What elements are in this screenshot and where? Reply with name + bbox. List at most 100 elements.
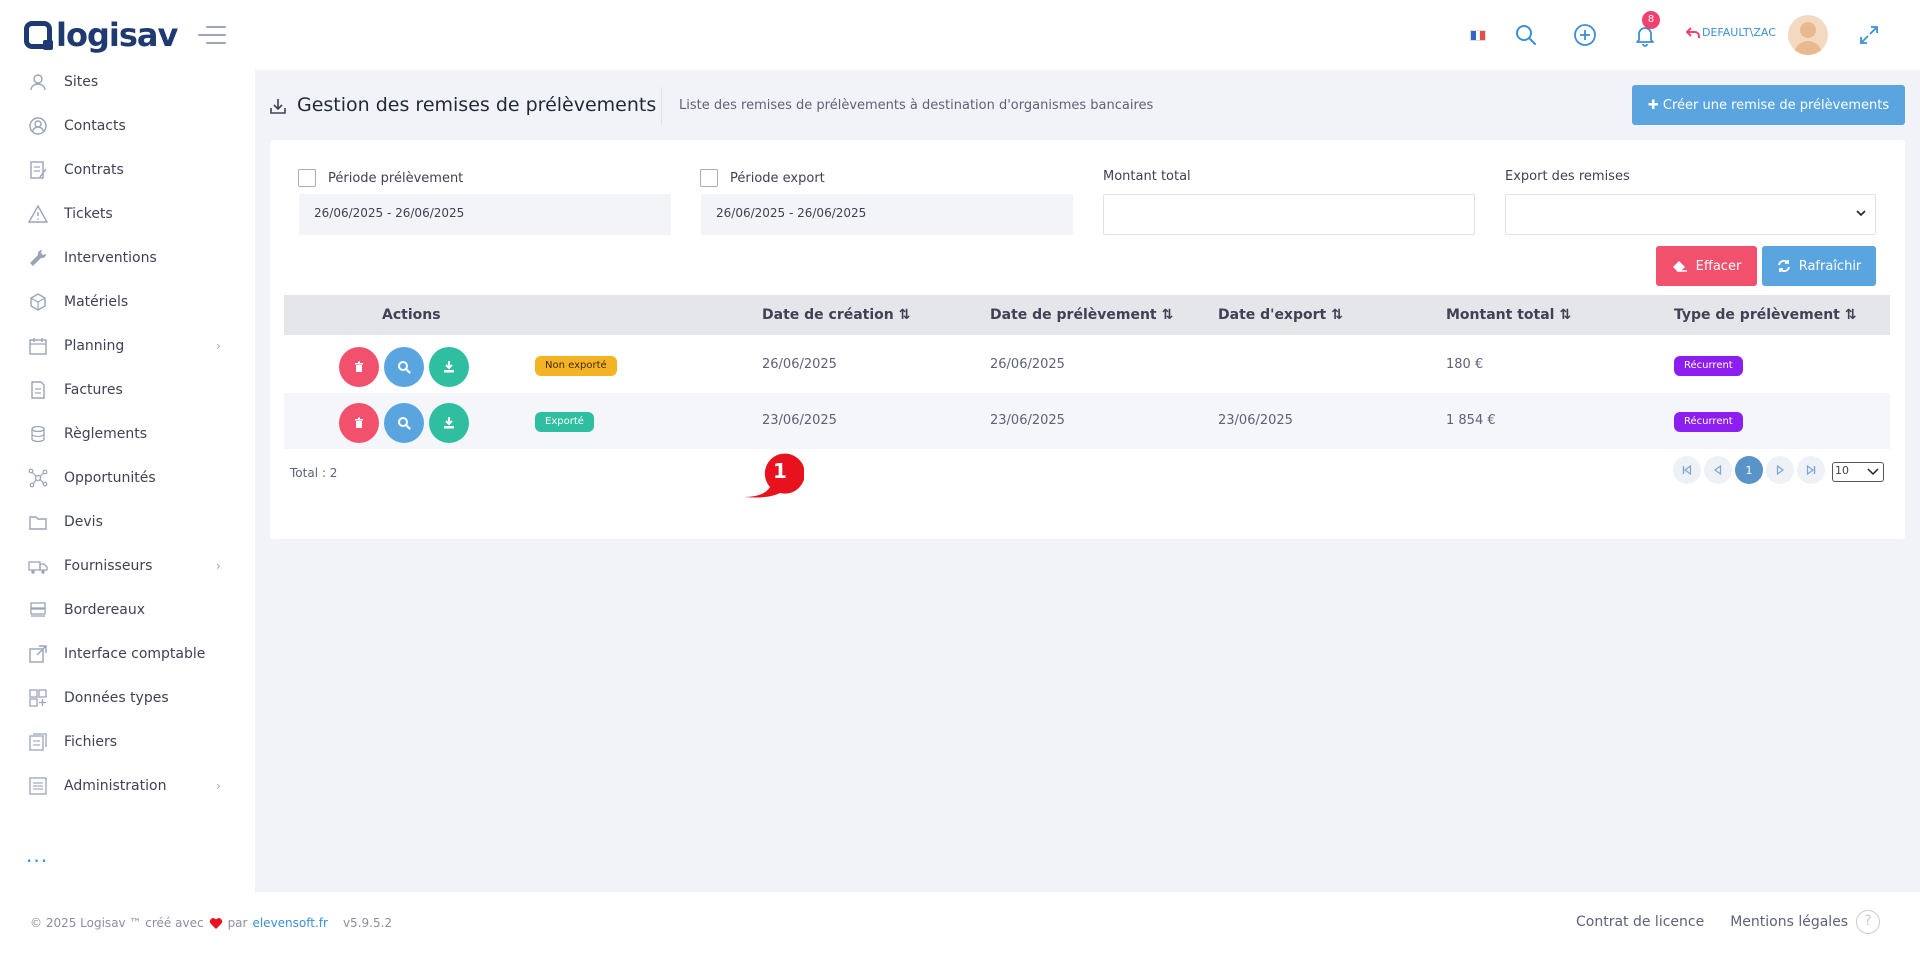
search-icon[interactable] — [1513, 22, 1539, 48]
plus-circle-icon[interactable] — [1572, 22, 1598, 48]
view-button[interactable] — [384, 347, 424, 387]
col-type-prelevement[interactable]: Type de prélèvement ⇅ — [1674, 307, 1857, 323]
col-date-prelevement[interactable]: Date de prélèvement ⇅ — [990, 307, 1173, 323]
sidebar-item-devis[interactable]: Devis — [0, 502, 255, 542]
delete-button[interactable] — [339, 403, 379, 443]
license-link[interactable]: Contrat de licence — [1576, 914, 1704, 930]
box-icon — [30, 293, 46, 311]
expand-icon[interactable] — [1858, 24, 1880, 46]
sort-icon[interactable]: ⇅ — [899, 307, 911, 323]
warning-icon — [28, 204, 48, 223]
last-page-button[interactable] — [1797, 456, 1825, 484]
rafraichir-button[interactable]: Rafraîchir — [1762, 246, 1876, 286]
sidebar-item-contrats[interactable]: Contrats — [0, 150, 255, 190]
sort-icon[interactable]: ⇅ — [1162, 307, 1174, 323]
sidebar-item-reglements[interactable]: Règlements — [0, 414, 255, 454]
sidebar-item-factures[interactable]: Factures — [0, 370, 255, 410]
chevron-right-icon[interactable]: › — [216, 779, 221, 793]
page-1-button[interactable]: 1 — [1735, 456, 1763, 484]
sidebar-item-label: Fichiers — [64, 734, 118, 750]
plus-icon: ✚ — [1647, 97, 1663, 113]
sidebar-item-materiels[interactable]: Matériels — [0, 282, 255, 322]
footer-copyright: © 2025 Logisav ™ créé avec par elevensof… — [30, 916, 392, 930]
col-date-prelevement-label: Date de prélèvement — [990, 307, 1157, 323]
help-icon[interactable]: ? — [1856, 910, 1880, 934]
periode-export-input[interactable]: 26/06/2025 - 26/06/2025 — [701, 194, 1073, 235]
montant-total-input[interactable] — [1103, 194, 1475, 235]
page-title: Gestion des remises de prélèvements — [297, 94, 657, 116]
rafraichir-label: Rafraîchir — [1798, 258, 1862, 274]
sidebar-item-contacts[interactable]: Contacts — [0, 106, 255, 146]
chevron-down-icon — [1856, 210, 1866, 217]
download-button[interactable] — [429, 347, 469, 387]
periode-prelevement-input[interactable]: 26/06/2025 - 26/06/2025 — [299, 194, 671, 235]
col-montant-total[interactable]: Montant total ⇅ — [1446, 307, 1571, 323]
create-remise-button[interactable]: ✚ Créer une remise de prélèvements — [1632, 85, 1905, 125]
sort-icon[interactable]: ⇅ — [1559, 307, 1571, 323]
sidebar-item-administration[interactable]: Administration › — [0, 766, 255, 806]
user-icon — [30, 74, 46, 91]
eraser-icon — [1672, 261, 1687, 272]
sidebar-item-fournisseurs[interactable]: Fournisseurs › — [0, 546, 255, 586]
sidebar-item-fichiers[interactable]: Fichiers — [0, 722, 255, 762]
sidebar-item-tickets[interactable]: Tickets — [0, 194, 255, 234]
sidebar-item-label: Devis — [64, 514, 103, 530]
sidebar-item-opportunites[interactable]: Opportunités — [0, 458, 255, 498]
stack-icon — [30, 602, 46, 617]
col-date-creation-label: Date de création — [762, 307, 894, 323]
filters-and-table-card: Période prélèvement 26/06/2025 - 26/06/2… — [270, 140, 1905, 539]
logo[interactable]: logisav — [24, 16, 178, 54]
notification-badge: 8 — [1642, 11, 1660, 29]
sort-icon[interactable]: ⇅ — [1331, 307, 1343, 323]
download-icon — [444, 417, 454, 429]
page-subtitle: Liste des remises de prélèvements à dest… — [679, 98, 1154, 113]
last-page-icon — [1806, 465, 1816, 475]
folder-icon — [29, 516, 47, 530]
download-button[interactable] — [429, 403, 469, 443]
sidebar-item-bordereaux[interactable]: Bordereaux — [0, 590, 255, 630]
col-date-export[interactable]: Date d'export ⇅ — [1218, 307, 1343, 323]
annotation-number: 1 — [773, 459, 787, 483]
effacer-label: Effacer — [1695, 258, 1742, 274]
footer-links: Contrat de licence Mentions légales — [1576, 914, 1848, 930]
chevron-right-icon[interactable]: › — [216, 339, 221, 353]
sidebar-item-donnees-types[interactable]: Données types — [0, 678, 255, 718]
undo-arrow-icon — [1686, 26, 1700, 38]
menu-toggle-icon[interactable] — [198, 26, 226, 44]
sidebar-item-sites[interactable]: Sites — [0, 70, 255, 102]
prev-page-button[interactable] — [1704, 456, 1732, 484]
create-remise-label: Créer une remise de prélèvements — [1662, 97, 1890, 113]
calendar-icon — [29, 338, 47, 355]
logo-icon — [24, 21, 53, 50]
periode-prelevement-checkbox[interactable] — [298, 169, 316, 187]
sidebar-item-label: Bordereaux — [64, 602, 145, 618]
avatar[interactable] — [1788, 15, 1828, 55]
next-page-button[interactable] — [1766, 456, 1794, 484]
company-link[interactable]: elevensoft.fr — [252, 916, 327, 930]
export-remises-select[interactable] — [1505, 194, 1876, 235]
sidebar-item-interface-comptable[interactable]: Interface comptable — [0, 634, 255, 674]
sidebar-item-label: Opportunités — [64, 470, 156, 486]
view-button[interactable] — [384, 403, 424, 443]
legal-link[interactable]: Mentions légales — [1730, 914, 1848, 930]
col-date-creation[interactable]: Date de création ⇅ — [762, 307, 910, 323]
table-row: Non exporté 26/06/2025 26/06/2025 180 € … — [284, 337, 1890, 393]
header-divider — [661, 87, 662, 125]
page-size-value: 10 — [1835, 464, 1849, 477]
chevron-down-icon — [1867, 468, 1879, 476]
periode-export-checkbox[interactable] — [700, 169, 718, 187]
sidebar-item-planning[interactable]: Planning › — [0, 326, 255, 366]
sort-icon[interactable]: ⇅ — [1845, 307, 1857, 323]
user-switch[interactable]: DEFAULT\ZAC — [1686, 26, 1776, 39]
effacer-button[interactable]: Effacer — [1656, 246, 1757, 286]
first-page-button[interactable] — [1673, 456, 1701, 484]
logo-text: logisav — [56, 16, 178, 54]
fr-flag-icon[interactable] — [1470, 30, 1486, 41]
sidebar-more[interactable]: ... — [26, 843, 48, 867]
sidebar-item-interventions[interactable]: Interventions — [0, 238, 255, 278]
pagination: 1 — [1673, 456, 1825, 484]
delete-button[interactable] — [339, 347, 379, 387]
type-badge: Récurrent — [1674, 412, 1743, 432]
chevron-right-icon[interactable]: › — [216, 559, 221, 573]
page-size-select[interactable]: 10 — [1832, 462, 1884, 482]
